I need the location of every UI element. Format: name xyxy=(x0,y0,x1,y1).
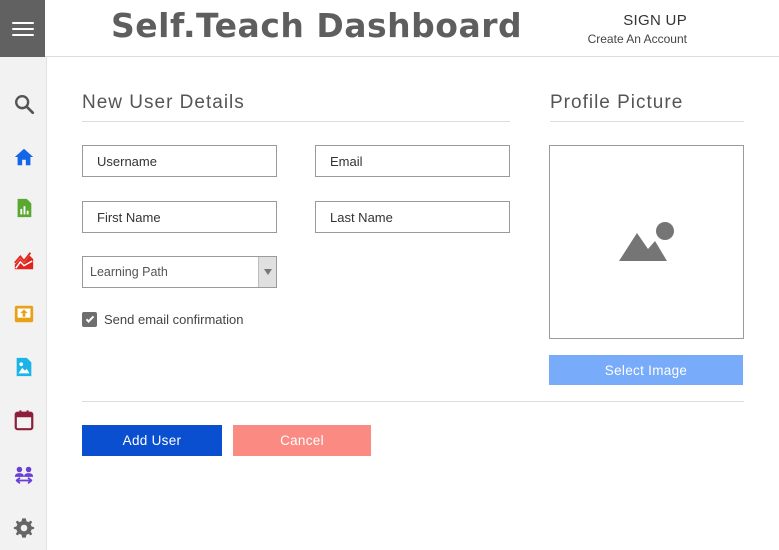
dropdown-arrow-icon[interactable] xyxy=(258,257,276,287)
add-user-button[interactable]: Add User xyxy=(82,425,222,456)
group-icon xyxy=(14,466,34,484)
learning-path-select[interactable]: Learning Path xyxy=(82,256,277,288)
send-email-label: Send email confirmation xyxy=(104,312,244,327)
sidebar-item-settings[interactable] xyxy=(13,517,35,539)
sidebar xyxy=(0,57,47,550)
gear-icon xyxy=(13,518,35,538)
last-name-input[interactable] xyxy=(330,209,509,225)
upload-box-icon xyxy=(14,305,34,323)
heading-divider xyxy=(82,121,510,122)
hamburger-icon xyxy=(11,21,34,37)
sidebar-item-search[interactable] xyxy=(13,93,35,115)
first-name-field[interactable] xyxy=(82,201,277,233)
image-placeholder-icon xyxy=(618,222,674,261)
app-title: Self.Teach Dashboard xyxy=(111,6,523,45)
send-email-option[interactable]: Send email confirmation xyxy=(82,312,243,327)
calendar-icon xyxy=(14,410,34,431)
top-bar: Self.Teach Dashboard SIGN UP Create An A… xyxy=(0,0,779,57)
cancel-button[interactable]: Cancel xyxy=(233,425,371,456)
sidebar-item-home[interactable] xyxy=(13,146,35,168)
username-input[interactable] xyxy=(97,153,276,169)
email-input[interactable] xyxy=(330,153,509,169)
signup-area: SIGN UP Create An Account xyxy=(588,12,687,46)
send-email-checkbox[interactable] xyxy=(82,312,97,327)
profile-picture-placeholder xyxy=(549,145,744,339)
form-footer-divider xyxy=(82,401,744,402)
learning-path-value: Learning Path xyxy=(90,265,168,279)
report-icon xyxy=(17,198,32,218)
image-file-icon xyxy=(16,357,32,377)
sidebar-item-analytics[interactable] xyxy=(13,250,35,272)
username-field[interactable] xyxy=(82,145,277,177)
sidebar-item-uploads[interactable] xyxy=(13,303,35,325)
sidebar-item-calendar[interactable] xyxy=(13,409,35,431)
chart-icon xyxy=(14,252,34,270)
first-name-input[interactable] xyxy=(97,209,276,225)
signup-link[interactable]: SIGN UP xyxy=(588,12,687,29)
hamburger-menu-button[interactable] xyxy=(0,0,45,57)
sidebar-item-users[interactable] xyxy=(13,464,35,486)
email-field[interactable] xyxy=(315,145,510,177)
create-account-link[interactable]: Create An Account xyxy=(588,32,687,46)
last-name-field[interactable] xyxy=(315,201,510,233)
profile-picture-heading: Profile Picture xyxy=(550,92,684,113)
sidebar-item-reports[interactable] xyxy=(13,197,35,219)
home-icon xyxy=(14,148,34,166)
checkmark-icon xyxy=(85,313,94,323)
new-user-details-heading: New User Details xyxy=(82,92,245,113)
search-icon xyxy=(15,95,35,115)
sidebar-item-media[interactable] xyxy=(13,356,35,378)
select-image-button[interactable]: Select Image xyxy=(549,355,743,385)
profile-heading-divider xyxy=(550,121,744,122)
